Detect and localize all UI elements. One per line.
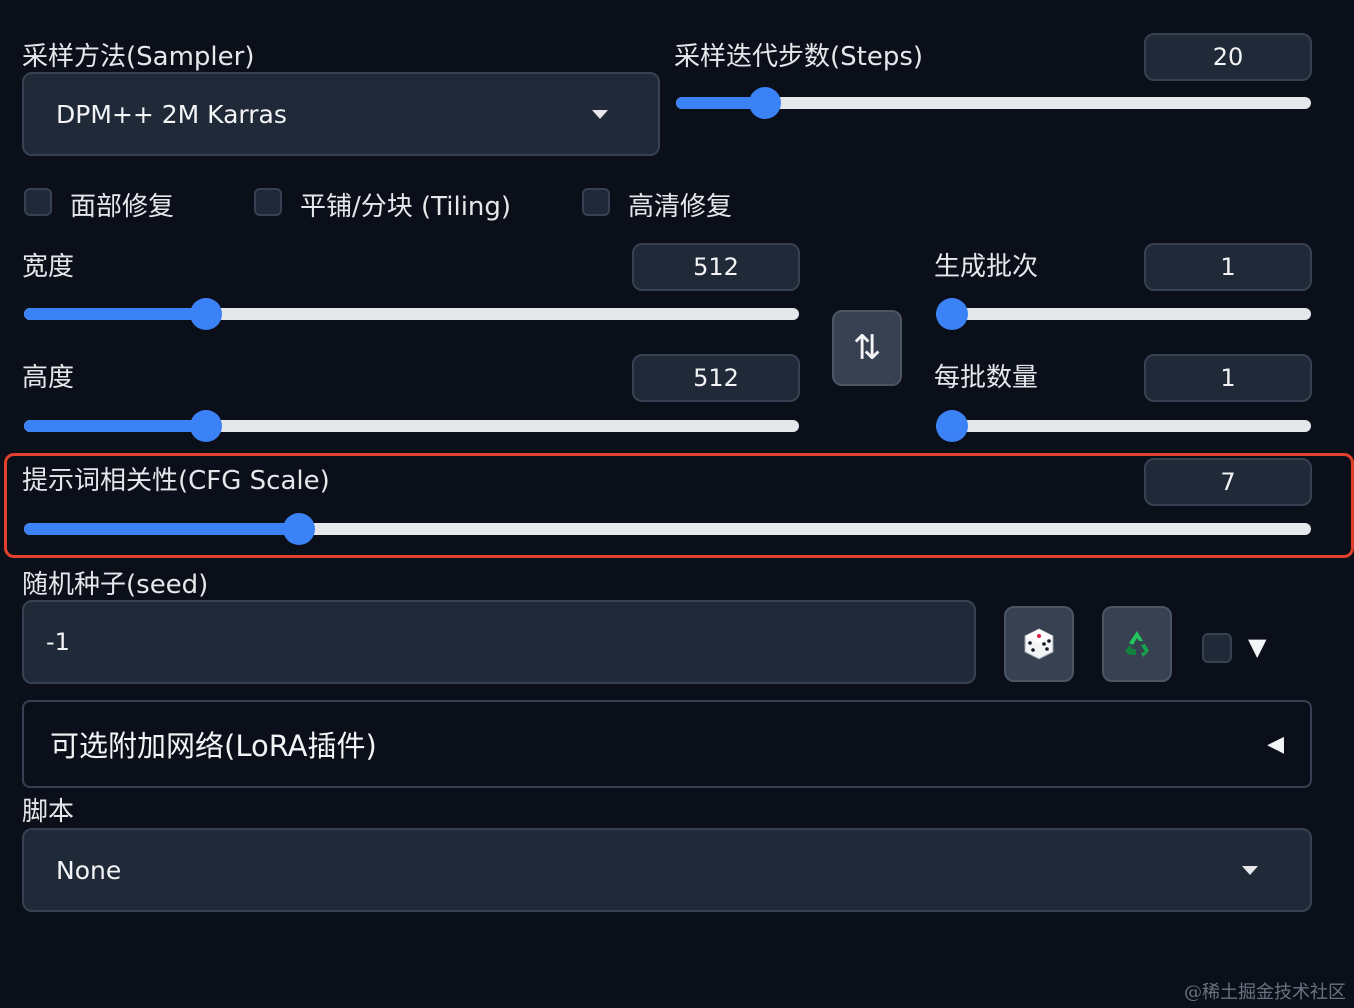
width-slider-fill (24, 308, 207, 320)
height-slider[interactable] (24, 410, 799, 442)
watermark: @稀土掘金技术社区 (1184, 982, 1346, 1003)
width-input[interactable]: 512 (632, 243, 800, 291)
swap-dimensions-button[interactable]: ⇅ (832, 310, 902, 386)
steps-slider[interactable] (676, 87, 1311, 119)
lora-accordion[interactable]: 可选附加网络(LoRA插件) ◀ (22, 700, 1312, 788)
height-label: 高度 (22, 363, 75, 393)
sampler-dropdown[interactable]: DPM++ 2M Karras (22, 72, 660, 156)
batch-count-slider[interactable] (936, 298, 1311, 330)
lora-accordion-label: 可选附加网络(LoRA插件) (50, 729, 377, 763)
batch-size-label: 每批数量 (934, 363, 1039, 393)
script-label: 脚本 (22, 797, 75, 827)
batch-size-input[interactable]: 1 (1144, 354, 1312, 402)
seed-value: -1 (46, 628, 70, 656)
seed-label: 随机种子(seed) (22, 570, 209, 600)
batch-size-slider[interactable] (936, 410, 1311, 442)
steps-label: 采样迭代步数(Steps) (674, 42, 924, 72)
batch-size-slider-thumb[interactable] (936, 410, 968, 442)
cfg-slider[interactable] (24, 513, 1311, 545)
chevron-down-icon (1242, 865, 1258, 875)
face-restore-checkbox[interactable] (24, 188, 52, 216)
hires-fix-label: 高清修复 (628, 192, 733, 222)
seed-extra-checkbox[interactable] (1202, 633, 1232, 663)
width-slider[interactable] (24, 298, 799, 330)
collapse-arrow-icon: ◀ (1267, 731, 1284, 757)
height-slider-fill (24, 420, 207, 432)
tiling-label: 平铺/分块 (Tiling) (300, 192, 512, 222)
height-slider-thumb[interactable] (190, 410, 223, 442)
width-label: 宽度 (22, 252, 75, 282)
batch-count-input[interactable]: 1 (1144, 243, 1312, 291)
height-input[interactable]: 512 (632, 354, 800, 402)
batch-count-label: 生成批次 (934, 252, 1039, 282)
cfg-slider-fill (24, 523, 300, 535)
batch-count-slider-thumb[interactable] (936, 298, 968, 330)
random-seed-button[interactable] (1004, 606, 1074, 682)
seed-input[interactable]: -1 (22, 600, 976, 684)
sampler-value: DPM++ 2M Karras (56, 99, 287, 129)
recycle-icon (1125, 631, 1149, 657)
dice-icon (1024, 628, 1054, 660)
script-dropdown[interactable]: None (22, 828, 1312, 912)
face-restore-label: 面部修复 (70, 192, 175, 222)
cfg-label: 提示词相关性(CFG Scale) (22, 466, 330, 496)
tiling-checkbox[interactable] (254, 188, 282, 216)
steps-input[interactable]: 20 (1144, 33, 1312, 81)
cfg-input[interactable]: 7 (1144, 458, 1312, 506)
steps-slider-thumb[interactable] (748, 87, 781, 119)
width-slider-thumb[interactable] (190, 298, 223, 330)
sampler-label: 采样方法(Sampler) (22, 42, 255, 72)
hires-fix-checkbox[interactable] (582, 188, 610, 216)
chevron-down-icon (592, 109, 608, 119)
script-value: None (56, 855, 122, 885)
swap-arrows-icon: ⇅ (852, 328, 882, 368)
reuse-seed-button[interactable] (1102, 606, 1172, 682)
seed-extra-toggle-icon[interactable]: ▼ (1248, 633, 1266, 661)
